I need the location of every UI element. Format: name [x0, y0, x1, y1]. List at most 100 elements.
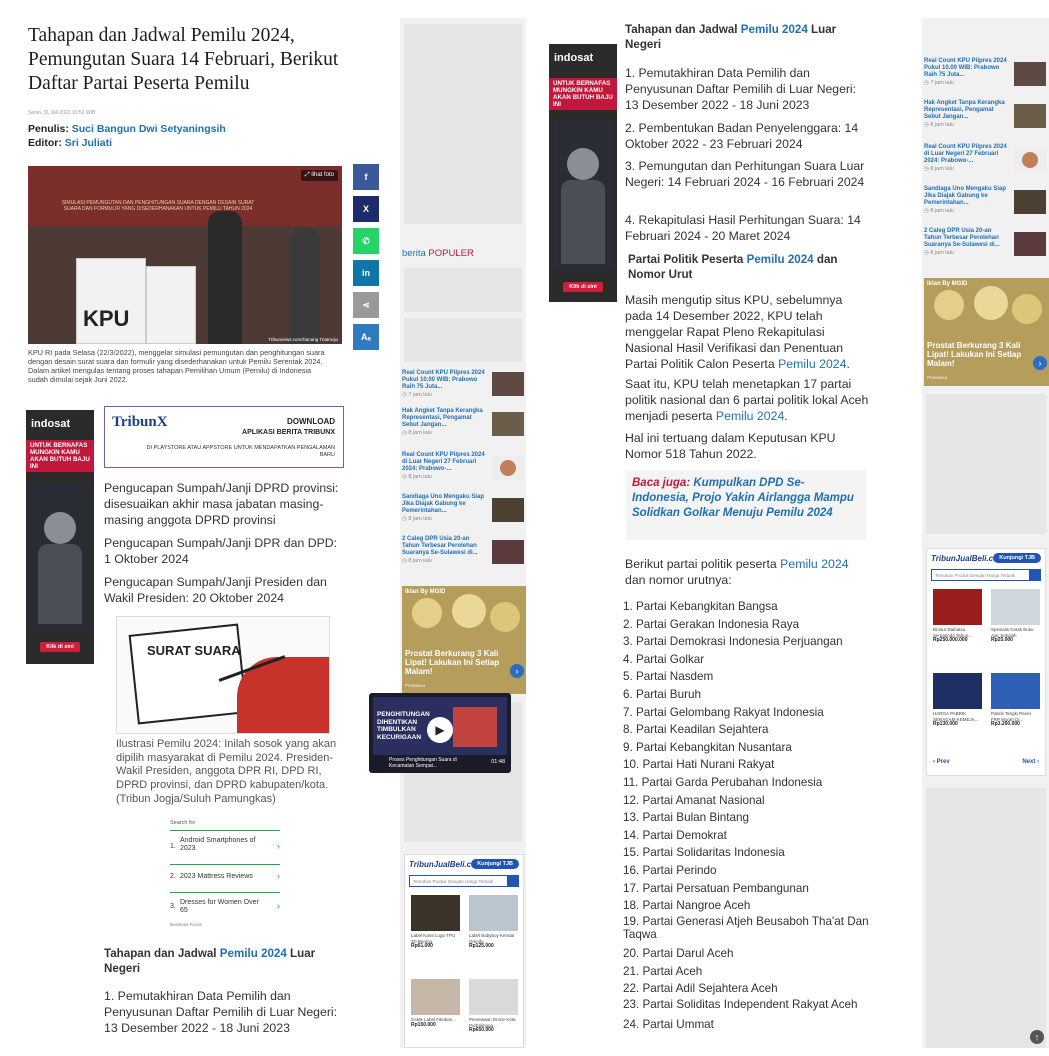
product-card[interactable]: Label Kamt Logo TPU 3D Bening Rp61.000: [411, 895, 460, 950]
illustration-image[interactable]: SURAT SUARA: [116, 616, 330, 734]
pemilu-link[interactable]: Pemilu 2024: [716, 409, 784, 423]
party-item: 17. Partai Persatuan Pembangunan: [623, 881, 809, 895]
mgid-ad-left[interactable]: Iklan By MGID Prostat Berkurang 3 Kali L…: [402, 586, 526, 694]
search-item-1[interactable]: 1. Android Smartphones of 2023 ›: [170, 830, 280, 860]
party-item: 9. Partai Kebangkitan Nusantara: [623, 740, 792, 754]
popular-news-item[interactable]: Real Count KPU Pilpres 2024 Pukul 10.00 …: [402, 370, 486, 399]
popular-news-item[interactable]: Real Count KPU Pilpres 2024 di Luar Nege…: [402, 452, 486, 481]
popular-heading-a: berita: [402, 248, 426, 259]
indosat-ad-right[interactable]: indosat UNTUK BERNAFAS MUNGKIN KAMU AKAN…: [549, 44, 617, 302]
search-item-3[interactable]: 3. Dresses for Women Over 65 ›: [170, 892, 280, 920]
party-item: 11. Partai Garda Perubahan Indonesia: [623, 775, 823, 789]
photo-caption: KPU RI pada Selasa (22/3/2022), menggela…: [28, 348, 325, 384]
product-price: Rp25.000: [991, 637, 1013, 643]
news-thumbnail[interactable]: [492, 498, 524, 522]
pemilu-link[interactable]: Pemilu 2024: [741, 23, 808, 36]
news-title: Real Count KPU Pilpres 2024 Pukul 10.00 …: [402, 370, 485, 391]
tribunx-store: DI PLAYSTORE ATAU APPSTORE UNTUK MENDAPA…: [146, 445, 335, 458]
product-card[interactable]: Cetak Label Fitiuban... Rp150.000: [411, 979, 460, 1028]
party-item: 18. Partai Nangroe Aceh: [623, 899, 751, 913]
floating-video-player[interactable]: PENGHITUNGAN DIHENTIKAN TIMBULKAN KECURI…: [369, 693, 511, 773]
play-button[interactable]: ▶: [427, 717, 453, 743]
tribunx-logo: TribunX: [112, 414, 168, 430]
party-item: 23. Partai Soliditas Independent Rakyat …: [623, 998, 858, 1012]
news-time: ◷ 8 jam lalu: [402, 473, 432, 480]
pemilu-link[interactable]: Pemilu 2024: [747, 253, 814, 266]
popular-news-item[interactable]: Real Count KPU Pilpres 2024 di Luar Nege…: [924, 144, 1010, 173]
whatsapp-share-button[interactable]: ✆: [353, 228, 379, 254]
news-title: 2 Caleg DPR Usia 20-an Tahun Terbesar Pe…: [924, 228, 1000, 249]
indosat-cta-button[interactable]: Klik di sini: [40, 642, 80, 652]
chevron-right-icon[interactable]: ›: [510, 664, 524, 678]
popular-news-item[interactable]: Sandiaga Uno Mengaku Siap Jika Diajak Ga…: [402, 494, 486, 523]
article-photo[interactable]: SIMULASI PEMUNGUTAN DAN PENGHITUNGAN SUA…: [28, 166, 342, 344]
news-thumbnail[interactable]: [1014, 232, 1046, 256]
illustration-text: SURAT SUARA: [147, 643, 241, 658]
x-share-button[interactable]: X: [353, 196, 379, 222]
news-thumbnail[interactable]: [1014, 148, 1046, 172]
product-card[interactable]: Persewaan Drone Kota Purbalingga... Rp650…: [469, 979, 518, 1034]
indosat-ad-left[interactable]: indosat UNTUK BERNAFAS MUNGKIN KAMU AKAN…: [26, 410, 94, 664]
pemilu-link[interactable]: Pemilu 2024: [780, 557, 848, 571]
news-title: 2 Caleg DPR Usia 20-an Tahun Terbesar Pe…: [402, 536, 478, 557]
pemilu-link[interactable]: Pemilu 2024: [220, 947, 287, 960]
paragraph-17-partai: Saat itu, KPU telah menetapkan 17 partai…: [625, 376, 870, 424]
facebook-share-button[interactable]: f: [353, 164, 379, 190]
news-thumbnail[interactable]: [492, 540, 524, 564]
popular-news-item[interactable]: 2 Caleg DPR Usia 20-an Tahun Terbesar Pe…: [924, 228, 1010, 257]
product-search-input[interactable]: Temukan Produk Dengan Harga Terbaik: [409, 875, 519, 887]
popular-news-item[interactable]: Hak Angket Tanpa Kerangka Representasi, …: [402, 408, 486, 437]
party-item: 1. Partai Kebangkitan Bangsa: [623, 600, 778, 613]
search-item-2[interactable]: 2. 2023 Mattress Reviews ›: [170, 864, 280, 890]
next-button[interactable]: Next ›: [1022, 759, 1039, 765]
news-thumbnail[interactable]: [1014, 62, 1046, 86]
product-card[interactable]: Pabrik Tangki Panel FRP Murah Di... Rp3.2…: [991, 673, 1040, 728]
search-icon[interactable]: [507, 875, 519, 887]
paragraph-text: .: [846, 357, 850, 371]
view-photo-button[interactable]: ⤢ lihat foto: [300, 170, 338, 181]
paragraph-dprd: Pengucapan Sumpah/Janji DPRD provinsi: d…: [104, 481, 339, 527]
prev-button[interactable]: ‹ Prev: [933, 759, 950, 765]
news-thumbnail[interactable]: [492, 412, 524, 436]
editor-link[interactable]: Sri Juliati: [65, 137, 112, 149]
product-card[interactable]: HARGA PABRIK SERAGAM KEMEJA... Rp130.000: [933, 673, 982, 728]
mgid-ad-right[interactable]: Iklan By MGID Prostat Berkurang 3 Kali L…: [924, 278, 1049, 386]
popular-news-item[interactable]: Sandiaga Uno Mengaku Siap Jika Diajak Ga…: [924, 186, 1010, 215]
tribun-jualbeli-widget-right: TribunJualBeli.com Kunjungi TJB Temukan …: [926, 548, 1046, 776]
author-link[interactable]: Suci Bangun Dwi Setyaningsih: [72, 123, 226, 135]
party-item: 5. Partai Nasdem: [623, 670, 714, 684]
news-thumbnail[interactable]: [492, 456, 524, 480]
popular-news-item[interactable]: Real Count KPU Pilpres 2024 Pukul 10.00 …: [924, 58, 1010, 87]
indosat-cta-button[interactable]: Klik di sini: [563, 282, 603, 292]
product-card[interactable]: Spesialis Cetak Buku Ajar Sekolah Rp25.00…: [991, 589, 1040, 644]
linkedin-share-button[interactable]: in: [353, 260, 379, 286]
party-item: 8. Partai Keadilan Sejahtera: [623, 723, 769, 737]
popular-news-item[interactable]: 2 Caleg DPR Usia 20-an Tahun Terbesar Pe…: [402, 536, 486, 565]
font-size-button[interactable]: Aₐ: [353, 324, 379, 350]
indosat-logo: indosat: [31, 418, 71, 430]
chevron-right-icon[interactable]: ›: [1033, 356, 1047, 370]
left-article-panel: Tahapan dan Jadwal Pemilu 2024, Pemungut…: [18, 18, 386, 1048]
news-thumbnail[interactable]: [492, 372, 524, 396]
news-thumbnail[interactable]: [1014, 104, 1046, 128]
popular-news-item[interactable]: Hak Angket Tanpa Kerangka Representasi, …: [924, 100, 1010, 129]
news-thumbnail[interactable]: [1014, 190, 1046, 214]
product-card[interactable]: Label Babyboy Kendal Omnifu... Rp125.000: [469, 895, 518, 950]
paragraph-dpr: Pengucapan Sumpah/Janji DPR dan DPD: 1 O…: [104, 536, 338, 566]
heading-text: Tahapan dan Jadwal: [104, 947, 217, 960]
paragraph-presiden: Pengucapan Sumpah/Janji Presiden dan Wak…: [104, 575, 327, 605]
paragraph-keputusan: Hal ini tertuang dalam Keputusan KPU Nom…: [625, 431, 836, 461]
product-card[interactable]: Brosur Daihatsu Semarindo Tahun... Rp250.…: [933, 589, 982, 644]
share-more-button[interactable]: ⋖: [353, 292, 379, 318]
product-search-input[interactable]: Temukan Produk Dengan Harga Terbaik: [931, 569, 1041, 581]
scroll-to-top-button[interactable]: ↑: [1030, 1030, 1044, 1044]
photo-credit: Tribunnews.com/Danang Triatmojo: [268, 337, 338, 342]
tribunx-banner[interactable]: TribunX DOWNLOAD APLIKASI BERITA TRIBUNX…: [104, 406, 344, 468]
left-item-1: 1. Pemutakhiran Data Pemilih dan Penyusu…: [104, 989, 338, 1035]
visit-tjb-button[interactable]: Kunjungi TJB: [993, 553, 1041, 563]
visit-tjb-button[interactable]: Kunjungi TJB: [471, 859, 519, 869]
indosat-slogan: UNTUK BERNAFAS MUNGKIN KAMU AKAN BUTUH B…: [26, 440, 94, 472]
pemilu-link[interactable]: Pemilu 2024: [778, 357, 846, 371]
baca-juga-box[interactable]: Baca juga: Kumpulkan DPD Se-Indonesia, P…: [626, 470, 866, 540]
search-icon[interactable]: [1029, 569, 1041, 581]
